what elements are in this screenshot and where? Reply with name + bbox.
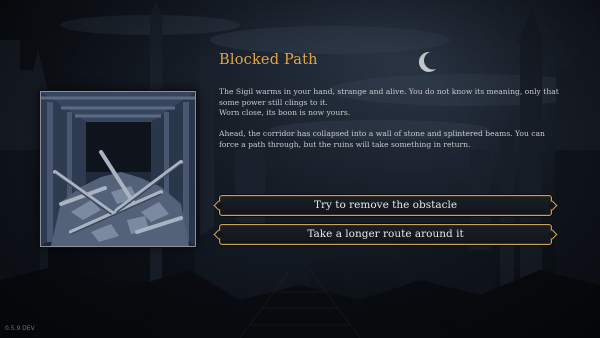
event-description: The Sigil warms in your hand, strange an… — [219, 87, 559, 151]
choice-button-longer-route[interactable]: Take a longer route around it — [219, 224, 552, 245]
event-illustration — [40, 91, 196, 247]
event-paragraph: The Sigil warms in your hand, strange an… — [219, 87, 559, 107]
choice-button-remove-obstacle[interactable]: Try to remove the obstacle — [219, 195, 552, 216]
game-screen: Blocked Path The Sigil warms in your han… — [0, 0, 600, 338]
version-label: 0.5.9 DEV — [5, 325, 35, 332]
event-title: Blocked Path — [219, 52, 318, 68]
collapsed-corridor-illustration — [41, 92, 195, 246]
crescent-moon-icon — [418, 51, 436, 72]
event-paragraph: Worn close, its boon is now yours. — [219, 108, 351, 118]
choice-label: Try to remove the obstacle — [313, 199, 458, 211]
choice-label: Take a longer route around it — [307, 228, 464, 240]
event-paragraph: Ahead, the corridor has collapsed into a… — [219, 129, 545, 149]
